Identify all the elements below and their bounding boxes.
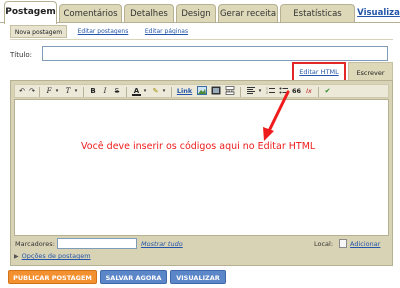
publish-button[interactable]: PUBLICAR POSTAGEM <box>8 270 97 284</box>
subtab-editar-paginas[interactable]: Editar páginas <box>139 25 194 38</box>
tab-estatisticas[interactable]: Estatísticas <box>280 4 355 23</box>
toolbar-separator <box>240 87 241 97</box>
svg-text:2: 2 <box>266 91 268 95</box>
spellcheck-icon[interactable]: ✔ <box>323 86 332 97</box>
preview-button[interactable]: VISUALIZAR <box>170 270 226 284</box>
title-label: Título: <box>10 51 32 59</box>
tab-detalhes[interactable]: Detalhes <box>124 4 174 23</box>
labels-label: Marcadores: <box>15 240 55 248</box>
redo-icon[interactable]: ↷ <box>28 86 36 97</box>
italic-icon[interactable]: I <box>101 86 109 97</box>
toolbar-separator <box>126 87 127 97</box>
tab-divider <box>0 22 400 23</box>
location-label: Local: <box>314 240 334 248</box>
toolbar-separator <box>39 87 40 97</box>
editor-mode-tabs: Editar HTML Escrever <box>292 62 393 82</box>
chevron-down-icon[interactable]: ▾ <box>54 86 60 97</box>
chevron-down-icon[interactable]: ▾ <box>73 86 79 97</box>
tab-gerar-receita[interactable]: Gerar receita <box>218 4 278 23</box>
editor-content-area[interactable]: Você deve inserir os códigos aqui no Edi… <box>14 99 389 236</box>
sub-tab-divider <box>10 39 393 40</box>
link-button[interactable]: Link <box>176 86 193 97</box>
toolbar-separator <box>318 87 319 97</box>
top-tab-bar: Postagem Comentários Detalhes Design Ger… <box>0 0 400 24</box>
edit-html-tab[interactable]: Editar HTML <box>292 62 346 82</box>
annotation-text: Você deve inserir os códigos aqui no Edi… <box>81 141 316 152</box>
tab-visualizar[interactable]: Visualiza <box>357 4 400 23</box>
video-icon[interactable] <box>211 86 221 97</box>
tab-postagem[interactable]: Postagem <box>4 1 57 24</box>
save-now-button[interactable]: SALVAR AGORA <box>100 270 167 284</box>
add-location-link[interactable]: Adicionar <box>350 240 380 248</box>
bold-icon[interactable]: B <box>89 86 97 97</box>
chevron-down-icon[interactable]: ▾ <box>161 86 167 97</box>
undo-icon[interactable]: ↶ <box>18 86 26 97</box>
triangle-right-icon: ▶ <box>14 253 19 260</box>
toolbar-separator <box>83 87 84 97</box>
highlight-icon[interactable]: ✎ <box>151 86 160 97</box>
title-input[interactable] <box>42 46 388 61</box>
tab-comentarios[interactable]: Comentários <box>59 4 122 23</box>
jump-break-icon[interactable] <box>225 86 235 97</box>
labels-row: Marcadores: Mostrar tudo Local: Adiciona… <box>14 238 389 251</box>
editor-frame: ↶ ↷ F ▾ T ▾ B I S A ▾ ✎ ▾ Link ▾ 12 66 I… <box>10 80 393 266</box>
bullet-list-icon[interactable] <box>279 86 289 97</box>
clear-format-icon[interactable]: Ix <box>304 86 314 97</box>
toolbar-separator <box>171 87 172 97</box>
post-options-toggle[interactable]: ▶ Opções de postagem <box>14 252 91 260</box>
chevron-down-icon[interactable]: ▾ <box>257 86 263 97</box>
show-all-link[interactable]: Mostrar tudo <box>141 240 183 248</box>
editor-toolbar: ↶ ↷ F ▾ T ▾ B I S A ▾ ✎ ▾ Link ▾ 12 66 I… <box>14 84 389 98</box>
labels-input[interactable] <box>57 238 137 249</box>
strikethrough-icon[interactable]: S <box>113 86 121 97</box>
subtab-nova-postagem[interactable]: Nova postagem <box>10 25 67 38</box>
subtab-editar-postagens[interactable]: Editar postagens <box>73 25 133 38</box>
post-options-label: Opções de postagem <box>21 252 91 260</box>
text-color-icon[interactable]: A <box>132 86 141 96</box>
compose-tab[interactable]: Escrever <box>348 62 393 82</box>
numbered-list-icon[interactable]: 12 <box>266 86 276 97</box>
font-size-icon[interactable]: T <box>64 86 72 97</box>
tab-design[interactable]: Design <box>176 4 216 23</box>
image-icon[interactable] <box>197 86 207 97</box>
font-family-icon[interactable]: F <box>45 86 53 97</box>
document-icon <box>339 239 347 248</box>
quote-icon[interactable]: 66 <box>291 86 302 97</box>
align-icon[interactable] <box>246 86 256 97</box>
chevron-down-icon[interactable]: ▾ <box>142 86 148 97</box>
